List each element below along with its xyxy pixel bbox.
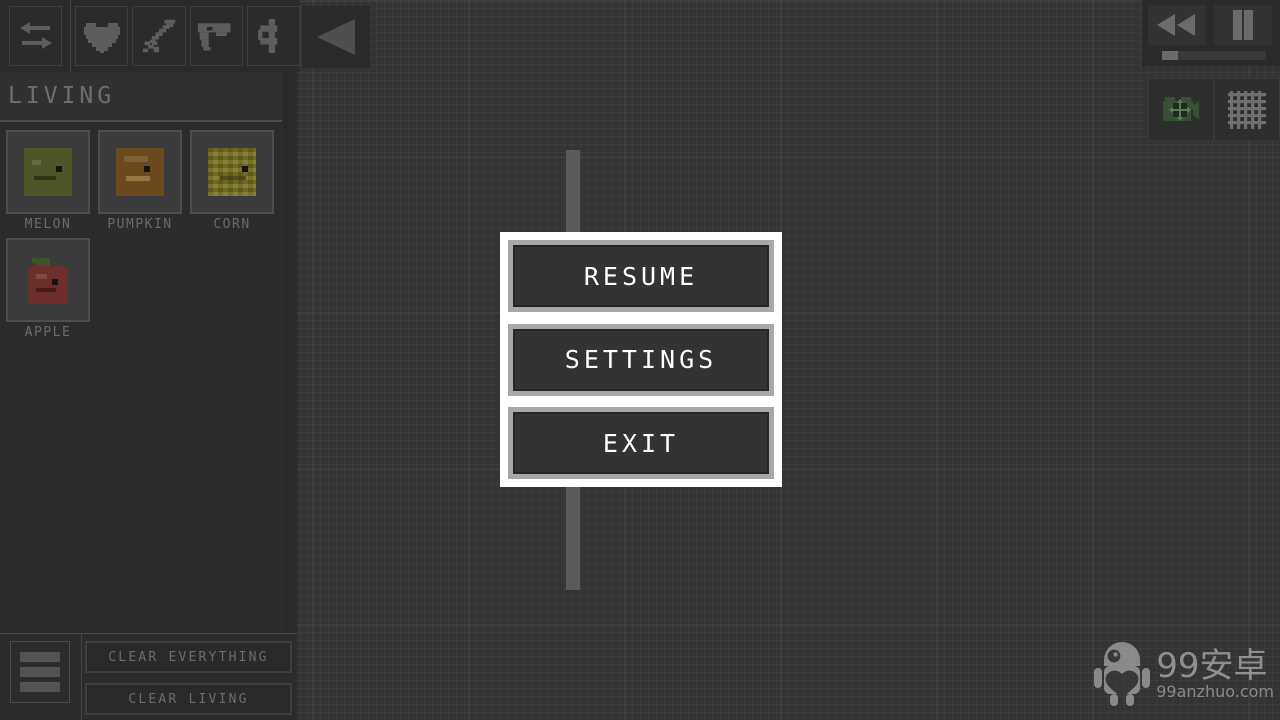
resume-button[interactable]: RESUME (508, 240, 774, 312)
pistol-icon (197, 23, 231, 51)
apple-sprite (20, 252, 76, 308)
category-more-button[interactable] (246, 6, 301, 66)
palette-item-tile[interactable] (98, 130, 182, 214)
category-sword-button[interactable] (132, 6, 186, 66)
watermark: 99安卓 99anzhuo.com (1094, 642, 1274, 708)
pause-icon (1244, 10, 1253, 40)
bottom-divider (81, 634, 82, 720)
palette-item-label: CORN (213, 217, 251, 232)
palette-item-tile[interactable] (6, 130, 90, 214)
palette-scrollbar-track[interactable] (283, 72, 580, 633)
palette-item-apple[interactable]: APPLE (4, 238, 92, 340)
resume-button-label: RESUME (513, 245, 769, 307)
hamburger-menu-icon (20, 667, 60, 677)
exit-button-label: EXIT (513, 412, 769, 474)
camera-move-button[interactable] (1148, 78, 1214, 141)
speed-slider-knob[interactable] (1162, 51, 1178, 60)
watermark-title: 99安卓 (1156, 646, 1268, 686)
camera-move-icon (1163, 96, 1199, 121)
settings-button[interactable]: SETTINGS (508, 323, 774, 396)
swap-arrows-icon (19, 22, 52, 49)
partial-icon (258, 19, 278, 53)
melon-sprite (20, 144, 76, 200)
pause-button[interactable] (1214, 5, 1272, 45)
rewind-icon (1157, 14, 1195, 36)
exit-button[interactable]: EXIT (508, 407, 774, 479)
clear-everything-button[interactable]: CLEAR EVERYTHING (85, 641, 292, 673)
palette-title: LIVING (8, 83, 116, 109)
playback-controls (1142, 0, 1280, 66)
palette-header: LIVING (0, 72, 282, 122)
pumpkin-sprite (112, 144, 168, 200)
category-heart-button[interactable] (75, 6, 129, 66)
palette-item-melon[interactable]: MELON (4, 130, 92, 232)
sword-icon (142, 19, 176, 53)
palette-item-label: PUMPKIN (107, 217, 173, 232)
hamburger-menu-icon (20, 682, 60, 692)
palette-body[interactable]: MELON PUMPKIN CORN APPLE (0, 124, 282, 633)
watermark-url: 99anzhuo.com (1156, 682, 1274, 701)
pause-menu-dialog: RESUME SETTINGS EXIT (500, 232, 782, 487)
corn-sprite (204, 144, 260, 200)
heart-icon (83, 23, 120, 53)
game-screen: LIVING MELON PUMPKIN CORN APPLE CLEAR EV… (0, 0, 1280, 720)
grid-toggle-button[interactable] (1214, 78, 1280, 141)
palette-item-label: MELON (24, 217, 72, 232)
clear-living-button[interactable]: CLEAR LIVING (85, 683, 292, 715)
transfer-tool-button[interactable] (9, 6, 63, 66)
toolbar-divider (70, 0, 72, 72)
grid-toggle-icon (1228, 90, 1266, 129)
pause-icon (1233, 10, 1242, 40)
palette-panel: LIVING MELON PUMPKIN CORN APPLE (0, 72, 297, 633)
category-gun-button[interactable] (189, 6, 243, 66)
settings-button-label: SETTINGS (513, 328, 769, 391)
palette-item-label: APPLE (24, 325, 72, 340)
palette-item-grid: MELON PUMPKIN CORN APPLE (0, 124, 282, 346)
palette-item-tile[interactable] (190, 130, 274, 214)
palette-item-corn[interactable]: CORN (188, 130, 276, 232)
palette-item-pumpkin[interactable]: PUMPKIN (96, 130, 184, 232)
rewind-button[interactable] (1148, 5, 1206, 45)
palette-item-tile[interactable] (6, 238, 90, 322)
triangle-left-icon (317, 19, 355, 55)
top-toolbar (0, 0, 301, 72)
collapse-panel-button[interactable] (302, 6, 370, 68)
menu-button[interactable] (10, 641, 70, 703)
android-robot-icon (1094, 642, 1151, 706)
right-tool-buttons (1148, 78, 1280, 141)
hamburger-menu-icon (20, 652, 60, 662)
bottom-toolbar: CLEAR EVERYTHING CLEAR LIVING (0, 633, 297, 720)
speed-slider[interactable] (1162, 51, 1266, 60)
watermark-text: 99安卓 99anzhuo.com (1156, 649, 1274, 701)
